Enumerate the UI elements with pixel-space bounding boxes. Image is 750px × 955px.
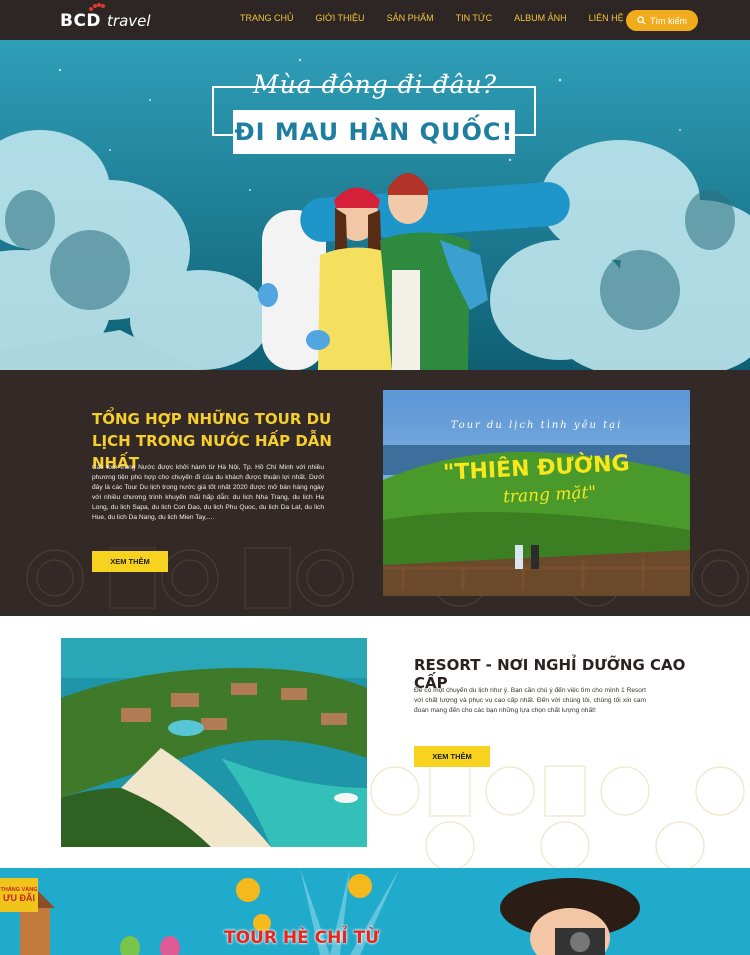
tours-section: TỔNG HỢP NHỮNG TOUR DU LỊCH TRONG NƯỚC H… — [0, 370, 750, 616]
tours-more-button[interactable]: XEM THÊM — [92, 551, 168, 572]
promo-banner[interactable]: THÁNG VÀNG ƯU ĐÃI TOUR HÈ CHỈ TỪ — [0, 868, 750, 955]
logo-dots-icon — [89, 3, 105, 11]
search-label: Tìm kiếm — [650, 15, 687, 26]
decorative-pattern — [370, 765, 745, 868]
nav-item-products[interactable]: SẢN PHẨM — [387, 13, 434, 23]
hero-banner[interactable]: Mùa đông đi đâu? ĐI MAU HÀN QUỐC! — [0, 40, 750, 370]
nav-item-home[interactable]: TRANG CHỦ — [240, 13, 294, 23]
main-nav: TRANG CHỦ GIỚI THIỆU SẢN PHẨM TIN TỨC AL… — [240, 13, 646, 23]
resort-image[interactable] — [61, 638, 367, 847]
nav-item-album[interactable]: ALBUM ẢNH — [514, 13, 567, 23]
resort-more-button[interactable]: XEM THÊM — [414, 746, 490, 767]
resort-section: RESORT - NƠI NGHỈ DƯỠNG CAO CẤP Để có mộ… — [0, 616, 750, 868]
search-button[interactable]: Tìm kiếm — [626, 10, 698, 31]
tours-image-caption-top: Tour du lịch tình yêu tại — [450, 420, 623, 431]
tours-description: Các tour trong Nước được khởi hành từ Hà… — [92, 464, 324, 521]
nav-item-contact[interactable]: LIÊN HỆ — [589, 13, 624, 23]
tours-image[interactable]: Tour du lịch tình yêu tại "THIÊN ĐƯỜNG t… — [383, 390, 690, 596]
promo-tag: THÁNG VÀNG ƯU ĐÃI — [0, 878, 38, 912]
hero-headline-box: ĐI MAU HÀN QUỐC! — [233, 110, 515, 154]
hero-headline: ĐI MAU HÀN QUỐC! — [234, 118, 514, 146]
resort-description: Để có một chuyến du lịch như ý. Bạn cần … — [414, 687, 646, 714]
logo-main-text: BCD — [60, 11, 102, 31]
nav-item-about[interactable]: GIỚI THIỆU — [316, 13, 365, 23]
hero-script-line: Mùa đông đi đâu? — [252, 70, 497, 99]
logo[interactable]: BCD travel — [60, 3, 151, 34]
search-icon — [637, 16, 646, 25]
nav-item-news[interactable]: TIN TỨC — [456, 13, 493, 23]
resort-photo — [61, 638, 367, 847]
logo-sub-text: travel — [107, 12, 151, 30]
site-header: BCD travel TRANG CHỦ GIỚI THIỆU SẢN PHẨM… — [0, 0, 750, 40]
promo-tag-line2: ƯU ĐÃI — [3, 893, 35, 903]
promo-title: TOUR HÈ CHỈ TỪ — [224, 928, 380, 948]
